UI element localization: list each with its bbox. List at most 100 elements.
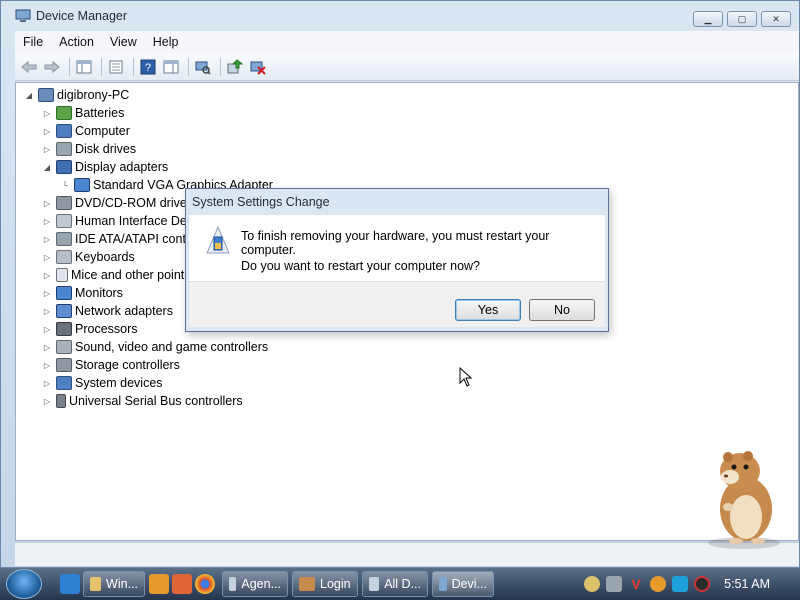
tree-root-label: digibrony-PC [57, 88, 130, 102]
hamster-mascot-image [708, 451, 780, 549]
expand-icon[interactable]: ▷ [42, 270, 52, 280]
task-agent[interactable]: Agen... [222, 571, 288, 597]
toolbar-separator [101, 57, 102, 76]
network-icon[interactable] [606, 576, 623, 592]
tree-item-storage-controllers[interactable]: ▷ Storage controllers [42, 356, 180, 374]
scan-hardware-button[interactable] [193, 57, 213, 77]
tree-item-display-adapters[interactable]: ◢ Display adapters [42, 158, 168, 176]
minimize-button[interactable]: ▁ [693, 11, 723, 27]
scan-hardware-icon [195, 61, 211, 75]
computer-icon [56, 124, 72, 138]
tree-item-dvd-cd-rom[interactable]: ▷ DVD/CD-ROM drives [42, 194, 193, 212]
no-button[interactable]: No [529, 299, 595, 321]
close-button[interactable]: ✕ [761, 11, 791, 27]
uninstall-button[interactable] [248, 57, 268, 77]
tree-root[interactable]: ◢ digibrony-PC [24, 86, 129, 104]
tree-item-usb-controllers[interactable]: ▷ Universal Serial Bus controllers [42, 392, 243, 410]
expand-icon[interactable]: ▷ [42, 126, 52, 136]
tree-item-label: Human Interface Dev [75, 214, 194, 228]
update-driver-button[interactable] [225, 57, 245, 77]
collapse-icon[interactable]: ◢ [42, 162, 52, 172]
back-icon [21, 60, 37, 73]
media-player-icon[interactable] [149, 574, 169, 594]
paint-icon[interactable] [172, 574, 192, 594]
action-pane-icon [163, 60, 179, 73]
dialog-footer: Yes No [189, 281, 605, 327]
title-bar[interactable]: Device Manager [1, 1, 799, 31]
action-pane-button[interactable] [161, 57, 181, 77]
expand-icon[interactable]: ▷ [42, 234, 52, 244]
expand-icon[interactable]: ▷ [42, 306, 52, 316]
tree-item-network-adapters[interactable]: ▷ Network adapters [42, 302, 173, 320]
forward-button[interactable] [42, 57, 62, 77]
folder-icon [90, 577, 102, 591]
tree-item-label: Universal Serial Bus controllers [69, 394, 243, 408]
tree-item-system-devices[interactable]: ▷ System devices [42, 374, 163, 392]
tree-item-label: IDE ATA/ATAPI cont [75, 232, 186, 246]
device-manager-icon [15, 9, 31, 23]
task-login[interactable]: Login [292, 571, 358, 597]
expand-icon[interactable]: ▷ [42, 216, 52, 226]
expand-icon[interactable]: ▷ [42, 252, 52, 262]
tree-item-sound-video[interactable]: ▷ Sound, video and game controllers [42, 338, 268, 356]
start-button[interactable] [6, 569, 42, 599]
tree-item-ide-ata[interactable]: ▷ IDE ATA/ATAPI cont [42, 230, 186, 248]
v-icon[interactable]: V [628, 576, 644, 592]
menu-action[interactable]: Action [51, 35, 102, 49]
display-icon[interactable] [672, 576, 689, 592]
expand-icon[interactable]: ▷ [42, 396, 52, 406]
maximize-button[interactable]: ▢ [727, 11, 757, 27]
task-label: Win... [106, 577, 138, 591]
tree-item-processors[interactable]: ▷ Processors [42, 320, 138, 338]
expand-icon[interactable]: ▷ [42, 324, 52, 334]
menu-help[interactable]: Help [145, 35, 187, 49]
tree-item-batteries[interactable]: ▷ Batteries [42, 104, 124, 122]
network-icon [56, 304, 72, 318]
window-controls: ▁ ▢ ✕ [693, 11, 791, 27]
window-icon [229, 577, 237, 591]
tree-item-label: Computer [75, 124, 130, 138]
expand-icon[interactable]: ▷ [42, 342, 52, 352]
tree-item-keyboards[interactable]: ▷ Keyboards [42, 248, 135, 266]
collapse-icon[interactable]: ◢ [24, 90, 34, 100]
expand-icon[interactable]: ▷ [42, 144, 52, 154]
tree-item-label: Network adapters [75, 304, 173, 318]
expand-icon[interactable]: ▷ [42, 360, 52, 370]
close-icon: ✕ [772, 13, 780, 24]
monitor-icon [74, 178, 90, 192]
show-hide-tree-icon [76, 60, 92, 73]
expand-icon[interactable]: ▷ [42, 288, 52, 298]
tree-item-computer[interactable]: ▷ Computer [42, 122, 130, 140]
task-device-manager[interactable]: Devi... [432, 571, 494, 597]
search-icon[interactable] [650, 576, 667, 592]
tree-item-disk-drives[interactable]: ▷ Disk drives [42, 140, 136, 158]
tree-item-hid[interactable]: ▷ Human Interface Dev [42, 212, 193, 230]
expand-icon[interactable]: ▷ [42, 198, 52, 208]
task-label: Devi... [451, 577, 487, 591]
menu-file[interactable]: File [15, 35, 51, 49]
chrome-icon[interactable] [195, 574, 215, 594]
task-windows-explorer[interactable]: Win... [83, 571, 145, 597]
tree-connector: └ [62, 180, 68, 190]
task-all-devices[interactable]: All D... [362, 571, 428, 597]
record-icon[interactable] [694, 576, 711, 592]
dialog-message: To finish removing your hardware, you mu… [241, 229, 550, 257]
tree-item-mice[interactable]: ▷ Mice and other point [42, 266, 184, 284]
disc-icon[interactable] [584, 576, 601, 592]
help-button[interactable]: ? [138, 57, 158, 77]
properties-icon [109, 60, 123, 73]
menu-view[interactable]: View [102, 35, 145, 49]
clock[interactable]: 5:51 AM [724, 577, 770, 591]
dialog-body: To finish removing your hardware, you mu… [189, 215, 605, 281]
yes-button[interactable]: Yes [455, 299, 521, 321]
show-hide-tree-button[interactable] [74, 57, 94, 77]
back-button[interactable] [19, 57, 39, 77]
expand-icon[interactable]: ▷ [42, 108, 52, 118]
disk-drive-icon [56, 142, 72, 156]
ie-icon[interactable] [60, 574, 80, 594]
properties-button[interactable] [106, 57, 126, 77]
taskbar: Win... Agen... Login All D... Devi... V … [0, 568, 800, 600]
tree-item-monitors[interactable]: ▷ Monitors [42, 284, 123, 302]
expand-icon[interactable]: ▷ [42, 378, 52, 388]
monitor-icon [56, 286, 72, 300]
